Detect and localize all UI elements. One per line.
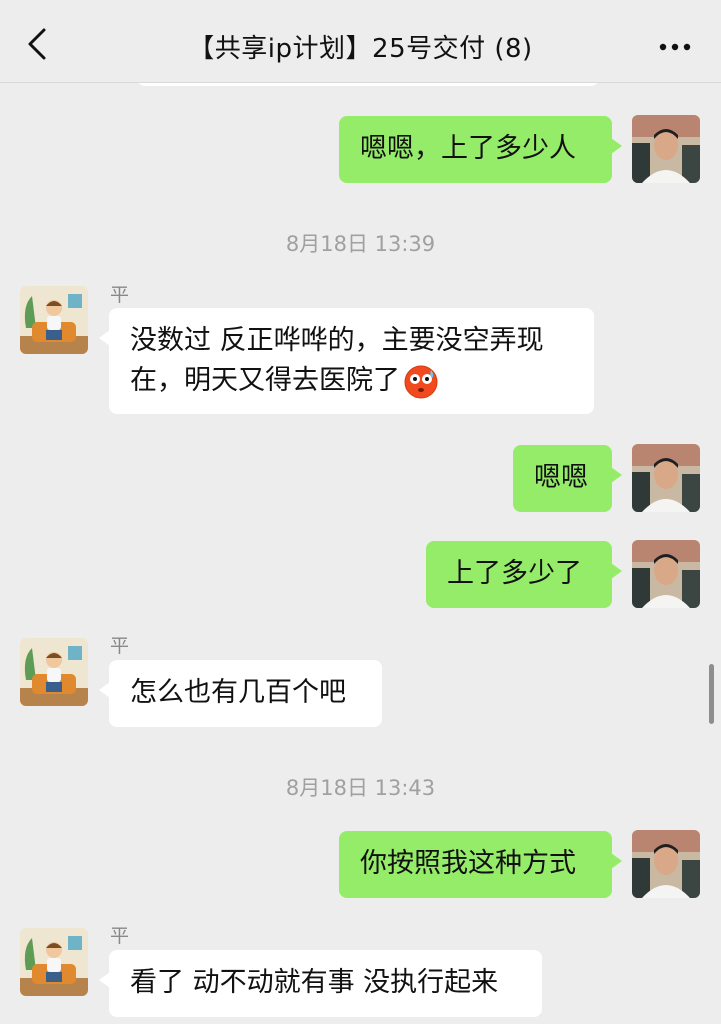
- more-horizontal-icon[interactable]: [657, 38, 693, 51]
- my-avatar[interactable]: [632, 540, 700, 608]
- message-timestamp: 8月18日 13:43: [285, 776, 436, 800]
- my-avatar[interactable]: [632, 115, 700, 183]
- chat-title: 【共享ip计划】25号交付 (8): [188, 34, 533, 64]
- my-avatar[interactable]: [632, 444, 700, 512]
- face-with-spiral-eyes-emoji: [404, 365, 438, 398]
- message-bubble[interactable]: 看了 动不动就有事 没执行起来: [99, 950, 542, 1017]
- message-bubble[interactable]: 怎么也有几百个吧: [99, 660, 382, 727]
- message-bubble[interactable]: 没数过 反正哗哗的，主要没空弄现在，明天又得去医院了: [99, 308, 594, 414]
- my-avatar[interactable]: [632, 830, 700, 898]
- chat-header: 【共享ip计划】25号交付 (8): [0, 0, 721, 83]
- contact-avatar[interactable]: [20, 928, 88, 996]
- message-bubble[interactable]: 嗯嗯，上了多少人: [339, 116, 622, 183]
- message-bubble[interactable]: 上了多少了: [426, 541, 622, 608]
- message-timestamp: 8月18日 13:39: [285, 232, 436, 256]
- scrollbar[interactable]: [709, 664, 714, 724]
- contact-avatar[interactable]: [20, 286, 88, 354]
- message-bubble[interactable]: 你按照我这种方式: [339, 831, 622, 898]
- message-text: 没数过 反正哗哗的，主要没空弄现在，明天又得去医院了: [130, 325, 544, 396]
- contact-avatar[interactable]: [20, 638, 88, 706]
- message-bubble[interactable]: 嗯嗯: [513, 445, 622, 512]
